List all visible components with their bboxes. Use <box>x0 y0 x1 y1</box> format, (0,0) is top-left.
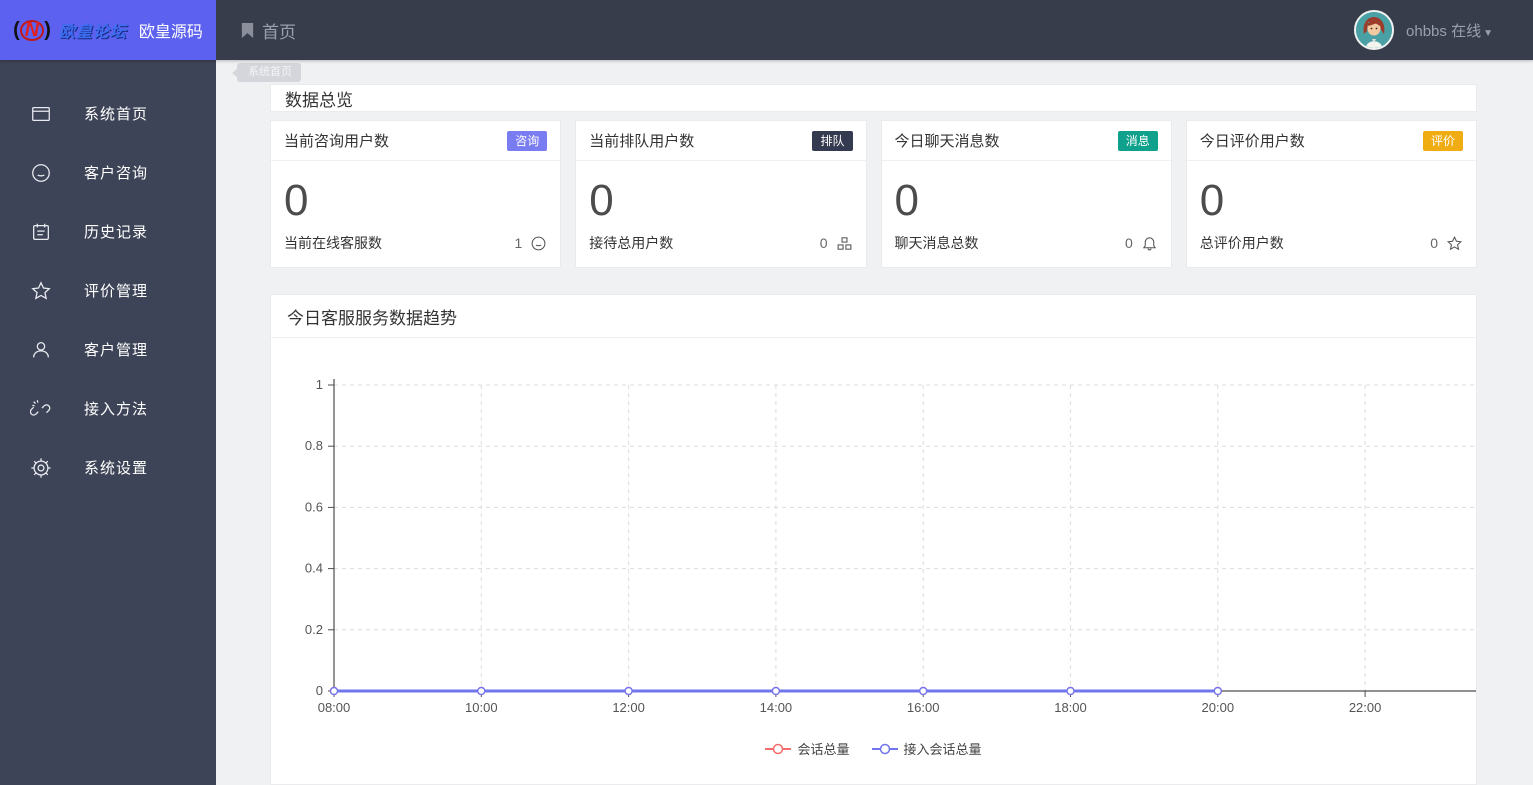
nav-home-label: 首页 <box>262 22 296 42</box>
card-value: 0 <box>284 176 309 225</box>
legend-item[interactable]: 接入会话总量 <box>871 739 982 758</box>
logo-forum-text: 欧皇论坛 <box>58 24 127 41</box>
chart-legend: 会话总量 接入会话总量 <box>271 739 1476 758</box>
sidebar-nav: 系统首页 客户咨询 历史记录 评价管理 客户管理 接入方法 系统设置 <box>0 60 216 785</box>
card-footer-label: 接待总用户数 <box>589 235 674 251</box>
avatar-image-icon <box>1356 12 1393 48</box>
sidebar-item-customer-manage[interactable]: 客户管理 <box>0 320 216 379</box>
stat-card-queue: 当前排队用户数 排队 0 接待总用户数 0 <box>575 120 867 268</box>
svg-text:0.4: 0.4 <box>305 561 323 576</box>
svg-text:0.8: 0.8 <box>305 438 323 453</box>
sidebar-item-history[interactable]: 历史记录 <box>0 202 216 261</box>
stat-card-reviews: 今日评价用户数 评价 0 总评价用户数 0 <box>1185 120 1477 268</box>
card-title: 今日聊天消息数 <box>894 133 1000 150</box>
chevron-down-icon: ▼ <box>1483 27 1493 39</box>
status-badge: 消息 <box>1117 130 1158 151</box>
tab-system-home[interactable]: 系统首页 <box>232 63 301 82</box>
card-footer-value: 0 <box>819 235 828 251</box>
card-footer-value: 0 <box>1124 235 1133 251</box>
user-name-status: ohbbs 在线 ▼ <box>1406 22 1493 40</box>
legend-item[interactable]: 会话总量 <box>765 739 850 758</box>
nav-home-link[interactable]: 首页 <box>240 0 296 60</box>
notebook-icon <box>30 221 52 243</box>
overview-title: 数据总览 <box>285 90 353 110</box>
trend-chart-panel: 今日客服服务数据趋势 0 0.2 0.4 0.6 0.8 1 08:00 10:00 12:00… <box>270 294 1477 785</box>
status-badge: 排队 <box>812 130 853 151</box>
card-value: 0 <box>1199 176 1225 225</box>
legend-marker-icon <box>871 743 898 754</box>
stat-card-consulting: 当前咨询用户数 咨询 0 当前在线客服数 1 <box>270 120 562 268</box>
svg-text:12:00: 12:00 <box>612 700 645 715</box>
bookmark-icon <box>241 22 254 38</box>
svg-text:10:00: 10:00 <box>465 700 498 715</box>
sidebar-item-system-settings[interactable]: 系统设置 <box>0 438 216 497</box>
card-title: 当前咨询用户数 <box>284 133 390 150</box>
legend-label: 会话总量 <box>797 742 850 757</box>
user-icon <box>30 339 52 361</box>
gear-icon <box>30 457 52 479</box>
smiley-icon <box>30 162 52 184</box>
smiley-icon <box>531 236 546 250</box>
card-title: 今日评价用户数 <box>1199 133 1305 150</box>
svg-text:14:00: 14:00 <box>760 700 793 715</box>
card-value: 0 <box>589 176 614 225</box>
broken-link-icon <box>29 398 52 420</box>
user-menu[interactable]: ohbbs 在线 ▼ <box>1354 0 1533 60</box>
top-header: (N) 欧皇论坛 欧皇源码 首页 ohbbs 在线 ▼ <box>0 0 1533 60</box>
stat-card-messages: 今日聊天消息数 消息 0 聊天消息总数 0 <box>880 120 1172 268</box>
window-icon <box>30 103 52 125</box>
card-footer-label: 当前在线客服数 <box>284 235 382 251</box>
card-footer-value: 1 <box>514 235 523 251</box>
legend-marker-icon <box>765 743 792 754</box>
stat-cards-row: 当前咨询用户数 咨询 0 当前在线客服数 1 当前排队用户数 排队 0 接待总用… <box>270 120 1477 268</box>
svg-text:18:00: 18:00 <box>1054 700 1087 715</box>
card-value: 0 <box>894 176 919 225</box>
svg-text:20:00: 20:00 <box>1202 700 1235 715</box>
chart-title: 今日客服服务数据趋势 <box>287 308 457 328</box>
trend-chart: 0 0.2 0.4 0.6 0.8 1 08:00 10:00 12:00 14:00 16:00 1… <box>271 338 1476 758</box>
main-content: 系统首页 数据总览 当前咨询用户数 咨询 0 当前在线客服数 1 当前排队用户数… <box>216 60 1533 785</box>
svg-text:1: 1 <box>316 377 323 392</box>
legend-label: 接入会话总量 <box>903 742 982 757</box>
status-badge: 评价 <box>1422 130 1463 151</box>
svg-text:08:00: 08:00 <box>318 700 351 715</box>
svg-text:16:00: 16:00 <box>907 700 940 715</box>
card-footer-label: 总评价用户数 <box>1199 235 1284 251</box>
card-title: 当前排队用户数 <box>589 133 695 150</box>
sidebar-item-access-method[interactable]: 接入方法 <box>0 379 216 438</box>
group-icon <box>837 236 851 250</box>
status-badge: 咨询 <box>507 130 548 151</box>
card-footer-value: 0 <box>1430 235 1438 251</box>
star-icon <box>30 280 52 302</box>
logo-n-icon: (N) <box>13 18 51 41</box>
brand-title: 欧皇源码 <box>138 24 203 41</box>
star-icon <box>1446 235 1463 250</box>
sidebar-item-review-manage[interactable]: 评价管理 <box>0 261 216 320</box>
card-footer-label: 聊天消息总数 <box>894 235 979 251</box>
svg-text:0.6: 0.6 <box>305 499 323 514</box>
svg-text:0: 0 <box>316 683 323 698</box>
sidebar-item-system-home[interactable]: 系统首页 <box>0 84 216 143</box>
svg-text:0.2: 0.2 <box>305 622 323 637</box>
avatar <box>1354 10 1395 50</box>
brand-logo[interactable]: (N) 欧皇论坛 欧皇源码 <box>0 0 216 60</box>
tab-strip: 系统首页 <box>216 60 1533 84</box>
chart-canvas: 0 0.2 0.4 0.6 0.8 1 08:00 10:00 12:00 14:00 16:00 1… <box>305 377 1476 715</box>
sidebar-item-customer-consult[interactable]: 客户咨询 <box>0 143 216 202</box>
overview-titlebar: 数据总览 <box>270 84 1477 112</box>
svg-text:22:00: 22:00 <box>1349 700 1382 715</box>
bell-icon <box>1142 236 1156 250</box>
